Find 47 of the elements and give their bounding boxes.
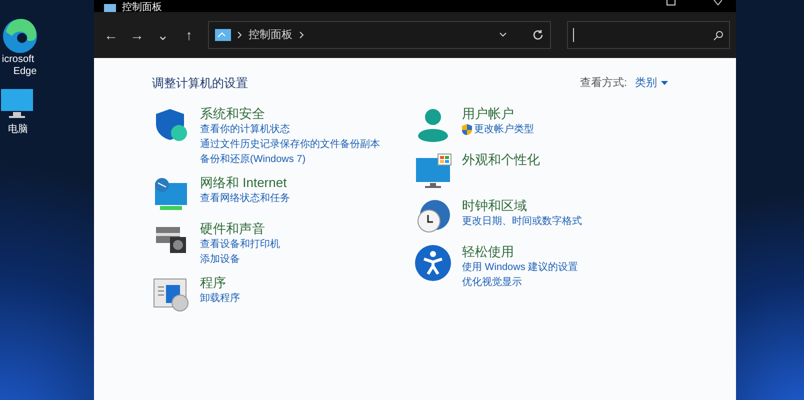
- network-monitor-icon: [152, 175, 190, 213]
- category-link[interactable]: 用户帐户: [462, 106, 534, 122]
- category-link[interactable]: 轻松使用: [462, 244, 578, 260]
- search-field[interactable]: [566, 21, 730, 49]
- category-link[interactable]: 硬件和声音: [200, 221, 280, 237]
- icon-label: 电脑: [8, 124, 28, 136]
- monitor-icon: [414, 152, 452, 190]
- control-panel-icon: [214, 29, 231, 41]
- icon-label: Edge: [13, 66, 37, 78]
- task-link[interactable]: 通过文件历史记录保存你的文件备份副本: [200, 137, 380, 152]
- task-link[interactable]: 使用 Windows 建议的设置: [462, 260, 578, 275]
- task-link[interactable]: 查看你的计算机状态: [200, 122, 290, 137]
- search-icon: [713, 30, 724, 40]
- recent-locations-button[interactable]: ⌄: [152, 24, 174, 46]
- icon-label: icrosoft: [2, 54, 34, 66]
- accessibility-icon: [414, 244, 452, 282]
- forward-button[interactable]: →: [126, 24, 148, 46]
- up-button[interactable]: ↑: [178, 24, 200, 46]
- window-icon: [104, 4, 116, 12]
- task-link[interactable]: 更改帐户类型: [474, 122, 534, 137]
- task-link[interactable]: 添加设备: [200, 252, 240, 267]
- task-link[interactable]: 卸载程序: [200, 291, 240, 306]
- category-link[interactable]: 程序: [200, 275, 240, 291]
- breadcrumb-item[interactable]: 控制面板: [248, 26, 293, 44]
- chevron-icon: [298, 31, 305, 39]
- maximize-icon[interactable]: [666, 0, 676, 6]
- task-link[interactable]: 查看设备和打印机: [200, 237, 280, 252]
- task-link[interactable]: 查看网络状态和任务: [200, 191, 290, 206]
- monitor-icon: [0, 88, 34, 120]
- page-heading: 调整计算机的设置: [152, 75, 248, 92]
- view-by-dropdown[interactable]: 类别: [635, 74, 668, 92]
- address-bar[interactable]: 控制面板: [208, 21, 551, 49]
- task-link[interactable]: 更改日期、时间或数字格式: [462, 214, 582, 229]
- back-button[interactable]: ←: [100, 24, 122, 46]
- caret-icon: [661, 80, 668, 86]
- refresh-icon[interactable]: [532, 29, 544, 41]
- task-link[interactable]: 备份和还原(Windows 7): [200, 152, 306, 167]
- view-by-label: 查看方式:: [580, 76, 627, 91]
- task-link[interactable]: 优化视觉显示: [462, 275, 522, 290]
- category-link[interactable]: 网络和 Internet: [200, 175, 290, 191]
- category-link[interactable]: 时钟和区域: [462, 198, 582, 214]
- category-link[interactable]: 系统和安全: [200, 106, 380, 122]
- chevron-icon: [236, 31, 243, 39]
- edge-logo-icon: [2, 18, 38, 54]
- window-title: 控制面板: [122, 3, 162, 13]
- shield-icon: [462, 124, 472, 135]
- category-link[interactable]: 外观和个性化: [462, 152, 540, 168]
